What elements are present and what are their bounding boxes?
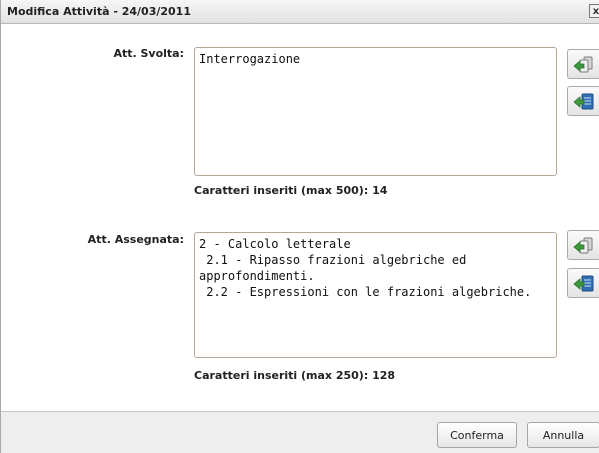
close-icon[interactable]: x <box>589 4 599 18</box>
dialog-title: Modifica Attività - 24/03/2011 <box>7 5 191 18</box>
insert-icon <box>573 93 594 110</box>
confirm-button[interactable]: Conferma <box>437 422 517 448</box>
svolta-textarea[interactable]: Interrogazione <box>194 47 557 176</box>
assegnata-insert-button[interactable] <box>567 268 599 298</box>
svolta-char-counter: Caratteri inseriti (max 500): 14 <box>194 184 388 197</box>
assegnata-label: Att. Assegnata: <box>87 233 184 246</box>
svolta-copy-button[interactable] <box>567 49 599 79</box>
assegnata-textarea[interactable]: 2 - Calcolo letterale 2.1 - Ripasso fraz… <box>194 232 557 358</box>
copy-icon <box>573 56 593 73</box>
dialog-footer: Conferma Annulla <box>1 411 599 453</box>
svolta-label: Att. Svolta: <box>113 47 184 60</box>
dialog-titlebar: Modifica Attività - 24/03/2011 x <box>1 0 599 24</box>
edit-activity-dialog: Modifica Attività - 24/03/2011 x Att. Sv… <box>0 0 599 453</box>
assegnata-char-counter: Caratteri inseriti (max 250): 128 <box>194 369 396 382</box>
cancel-button[interactable]: Annulla <box>527 422 599 448</box>
insert-icon <box>573 275 594 292</box>
assegnata-copy-button[interactable] <box>567 230 599 260</box>
copy-icon <box>573 237 593 254</box>
svolta-insert-button[interactable] <box>567 86 599 116</box>
